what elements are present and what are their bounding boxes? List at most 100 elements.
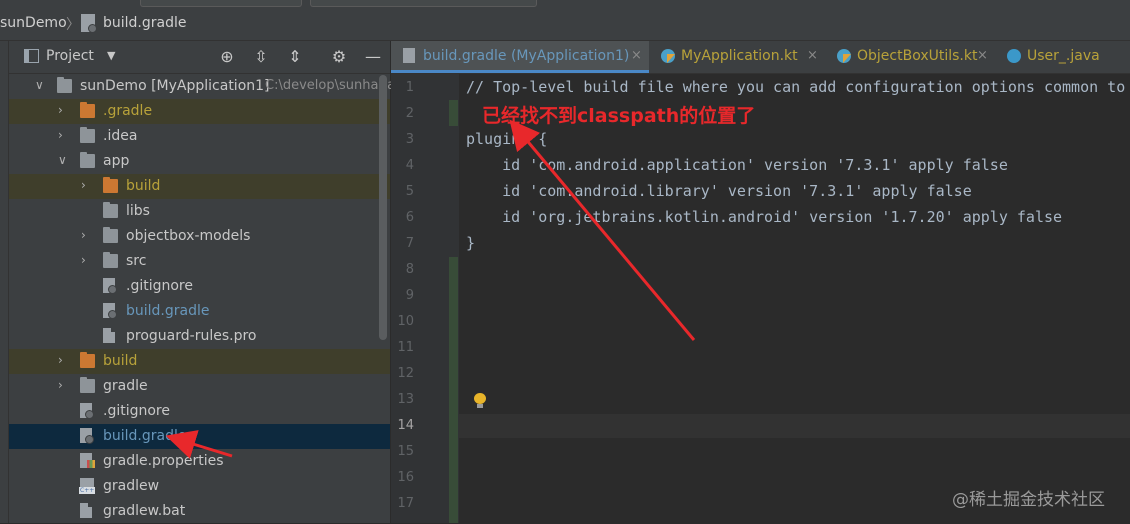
- gear-icon[interactable]: ⚙: [328, 46, 350, 68]
- gradle-file-icon: [80, 403, 94, 419]
- locate-file-icon[interactable]: ⊕: [216, 46, 238, 68]
- tree-item-app[interactable]: ∨ app: [8, 149, 390, 174]
- line-number: 17: [397, 496, 414, 511]
- chevron-down-icon[interactable]: ∨: [35, 78, 44, 92]
- line-number: 14: [397, 418, 414, 433]
- tab-build-gradle[interactable]: build.gradle (MyApplication1) ×: [391, 41, 649, 73]
- tree-item-label: build: [126, 178, 161, 194]
- close-icon[interactable]: ×: [631, 48, 642, 63]
- gradle-file-icon: [403, 48, 415, 63]
- toolbar-button[interactable]: [140, 0, 302, 7]
- chevron-right-icon[interactable]: ›: [58, 378, 63, 392]
- shell-script-icon: [79, 478, 96, 494]
- tree-item-path: C:\develop\sunhaita: [265, 78, 396, 93]
- tab-label: build.gradle (MyApplication1): [423, 48, 630, 64]
- line-number: 7: [405, 236, 414, 251]
- current-line-highlight: [391, 414, 1130, 438]
- vcs-change-marker: [449, 100, 458, 126]
- chevron-right-icon[interactable]: ›: [58, 353, 63, 367]
- annotation-text: 已经找不到classpath的位置了: [482, 105, 756, 127]
- folder-icon: [103, 202, 118, 218]
- expand-all-icon[interactable]: ⇳: [250, 46, 272, 68]
- gradle-file-icon: [80, 428, 94, 444]
- collapse-all-icon[interactable]: ⇕: [284, 46, 306, 68]
- tree-item-root-build-gradle[interactable]: build.gradle: [8, 424, 390, 449]
- breadcrumb-separator-icon: 〉: [66, 17, 80, 33]
- tree-item-label: app: [103, 153, 130, 169]
- tree-item-app-build-gradle[interactable]: build.gradle: [8, 299, 390, 324]
- tree-item-idea[interactable]: › .idea: [8, 124, 390, 149]
- folder-icon: [103, 252, 118, 268]
- excluded-folder-icon: [80, 102, 95, 118]
- kotlin-class-icon: [837, 49, 851, 63]
- line-number: 9: [405, 288, 414, 303]
- tree-item-label: .gitignore: [126, 278, 193, 294]
- project-view-icon: [24, 49, 39, 63]
- chevron-right-icon[interactable]: ›: [81, 253, 86, 267]
- code-line: id 'com.android.library' version '7.3.1'…: [466, 182, 972, 200]
- line-number: 12: [397, 366, 414, 381]
- tab-user-java[interactable]: User_.java: [995, 41, 1130, 73]
- chevron-down-icon[interactable]: ∨: [58, 153, 67, 167]
- close-icon[interactable]: ×: [807, 48, 818, 63]
- tree-item-label: build.gradle: [103, 428, 187, 444]
- excluded-folder-icon: [103, 177, 118, 193]
- code-line: }: [466, 234, 476, 252]
- folder-icon: [103, 227, 118, 243]
- project-panel-title[interactable]: Project: [46, 48, 94, 64]
- tree-item-label: .gitignore: [103, 403, 170, 419]
- excluded-folder-icon: [80, 352, 95, 368]
- tree-item-root-gitignore[interactable]: .gitignore: [8, 399, 390, 424]
- tab-label: ObjectBoxUtils.kt: [857, 48, 978, 64]
- lightbulb-icon[interactable]: [474, 393, 486, 409]
- chevron-right-icon[interactable]: ›: [81, 178, 86, 192]
- tree-item-build[interactable]: › build: [8, 349, 390, 374]
- tree-item-proguard[interactable]: proguard-rules.pro: [8, 324, 390, 349]
- tree-item-label: .gradle: [103, 103, 153, 119]
- chevron-right-icon[interactable]: ›: [58, 103, 63, 117]
- tree-item-gradle-hidden[interactable]: › .gradle: [8, 99, 390, 124]
- tree-item-src[interactable]: › src: [8, 249, 390, 274]
- module-icon: [57, 77, 72, 93]
- line-number: 6: [405, 210, 414, 225]
- gradle-file-icon: [81, 14, 97, 33]
- module-folder-icon: [80, 152, 95, 168]
- tree-item-label: gradle: [103, 378, 148, 394]
- tree-item-gradlew-bat[interactable]: gradlew.bat: [8, 499, 390, 524]
- watermark: @稀土掘金技术社区: [952, 490, 1105, 510]
- folder-icon: [80, 127, 95, 143]
- tree-scrollbar[interactable]: [379, 75, 387, 340]
- chevron-right-icon[interactable]: ›: [81, 228, 86, 242]
- project-panel-header: Project ▼ ⊕ ⇳ ⇕ ⚙ —: [0, 41, 390, 74]
- tree-item-app-gitignore[interactable]: .gitignore: [8, 274, 390, 299]
- tree-item-app-build[interactable]: › build: [8, 174, 390, 199]
- tab-myapplication[interactable]: MyApplication.kt ×: [649, 41, 825, 73]
- tree-item-label: gradlew: [103, 478, 160, 494]
- vcs-change-marker: [449, 257, 458, 523]
- folder-icon: [80, 377, 95, 393]
- breadcrumb-project[interactable]: sunDemo: [0, 15, 67, 31]
- hide-panel-icon[interactable]: —: [362, 46, 384, 68]
- tree-item-label: proguard-rules.pro: [126, 328, 257, 344]
- editor-tab-bar: build.gradle (MyApplication1) × MyApplicat…: [391, 41, 1130, 74]
- navigation-bar: sunDemo 〉 build.gradle: [0, 0, 1130, 41]
- tree-item-objectbox-models[interactable]: › objectbox-models: [8, 224, 390, 249]
- tree-item-label: src: [126, 253, 147, 269]
- tab-objectboxutils[interactable]: ObjectBoxUtils.kt ×: [825, 41, 995, 73]
- tree-item-gradle-properties[interactable]: gradle.properties: [8, 449, 390, 474]
- tree-item-root[interactable]: ∨ sunDemo [MyApplication1] C:\develop\sunh…: [8, 74, 395, 99]
- project-panel: Project ▼ ⊕ ⇳ ⇕ ⚙ — ∨ sunDemo [MyApplicat…: [0, 41, 395, 524]
- tree-item-label: libs: [126, 203, 150, 219]
- line-number: 3: [405, 132, 414, 147]
- tab-label: User_.java: [1027, 48, 1100, 64]
- run-config-selector[interactable]: [310, 0, 537, 7]
- close-icon[interactable]: ×: [977, 48, 988, 63]
- tree-item-libs[interactable]: libs: [8, 199, 390, 224]
- tree-item-gradle[interactable]: › gradle: [8, 374, 390, 399]
- chevron-right-icon[interactable]: ›: [58, 128, 63, 142]
- chevron-down-icon[interactable]: ▼: [107, 49, 115, 62]
- line-number: 2: [405, 106, 414, 121]
- breadcrumb-file[interactable]: build.gradle: [103, 15, 187, 31]
- tree-item-label: .idea: [103, 128, 138, 144]
- tree-item-gradlew[interactable]: gradlew: [8, 474, 390, 499]
